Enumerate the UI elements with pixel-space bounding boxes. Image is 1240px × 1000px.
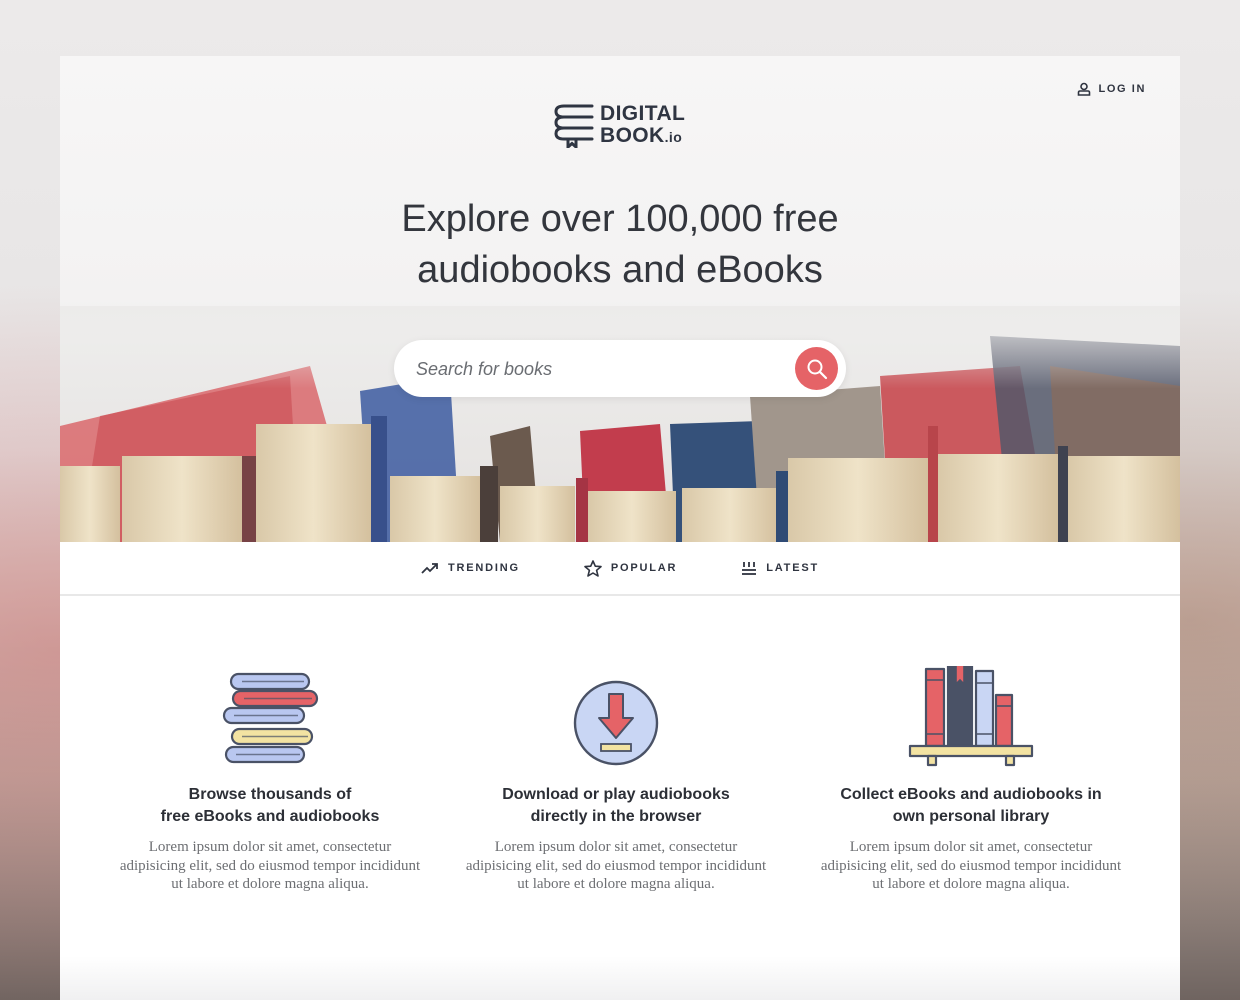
feature-browse-title: Browse thousands of free eBooks and audi… — [160, 786, 380, 825]
user-icon — [1077, 82, 1090, 96]
tab-latest[interactable]: LATEST — [741, 561, 819, 575]
feature-library-body: Lorem ipsum dolor sit amet, consectetur … — [820, 839, 1122, 892]
features-section: Browse thousands of free eBooks and audi… — [60, 656, 1180, 956]
feature-library: Collect eBooks and audiobooks in own per… — [798, 656, 1144, 894]
feature-download-body: Lorem ipsum dolor sit amet, consectetur … — [465, 839, 767, 892]
tab-latest-label: LATEST — [766, 562, 819, 574]
tab-trending[interactable]: TRENDING — [421, 562, 520, 574]
headline-line1: Explore over 100,000 free — [401, 198, 839, 240]
search-input[interactable] — [416, 354, 776, 384]
login-label: LOG IN — [1098, 83, 1146, 95]
feature-library-title: Collect eBooks and audiobooks in own per… — [840, 786, 1102, 825]
feature-download: Download or play audiobooks directly in … — [443, 656, 789, 894]
logo-books-icon — [554, 104, 594, 148]
tab-popular-label: POPULAR — [610, 562, 678, 574]
search-bar — [394, 340, 846, 397]
search-button[interactable] — [795, 347, 838, 390]
category-tabs: TRENDING POPULAR LATEST — [60, 542, 1180, 596]
bottom-fade — [60, 956, 1180, 1000]
tab-popular[interactable]: POPULAR — [584, 559, 678, 577]
logo-line2: BOOK — [600, 123, 665, 147]
download-icon — [573, 680, 659, 766]
login-button[interactable]: LOG IN — [1077, 82, 1147, 96]
book-stack-icon — [222, 672, 319, 764]
logo[interactable]: DIGITAL BOOK.io — [554, 102, 685, 148]
feature-browse-body: Lorem ipsum dolor sit amet, consectetur … — [119, 839, 421, 892]
tab-trending-label: TRENDING — [448, 562, 520, 574]
logo-line1: DIGITAL — [600, 101, 686, 125]
landing-card: LOG IN DIGITAL BOOK.io Explore over 100,… — [60, 56, 1180, 1000]
hero-section: LOG IN DIGITAL BOOK.io Explore over 100,… — [60, 56, 1180, 542]
trending-icon — [421, 563, 438, 574]
search-icon — [807, 359, 827, 379]
feature-download-title: Download or play audiobooks directly in … — [502, 786, 730, 825]
star-icon — [584, 559, 602, 577]
hero-headline: Explore over 100,000 free audiobooks and… — [60, 194, 1180, 296]
headline-line2: audiobooks and eBooks — [417, 249, 823, 291]
feature-browse: Browse thousands of free eBooks and audi… — [97, 656, 443, 894]
bookshelf-icon — [908, 666, 1034, 767]
logo-suffix: .io — [664, 128, 683, 145]
latest-icon — [742, 562, 757, 575]
